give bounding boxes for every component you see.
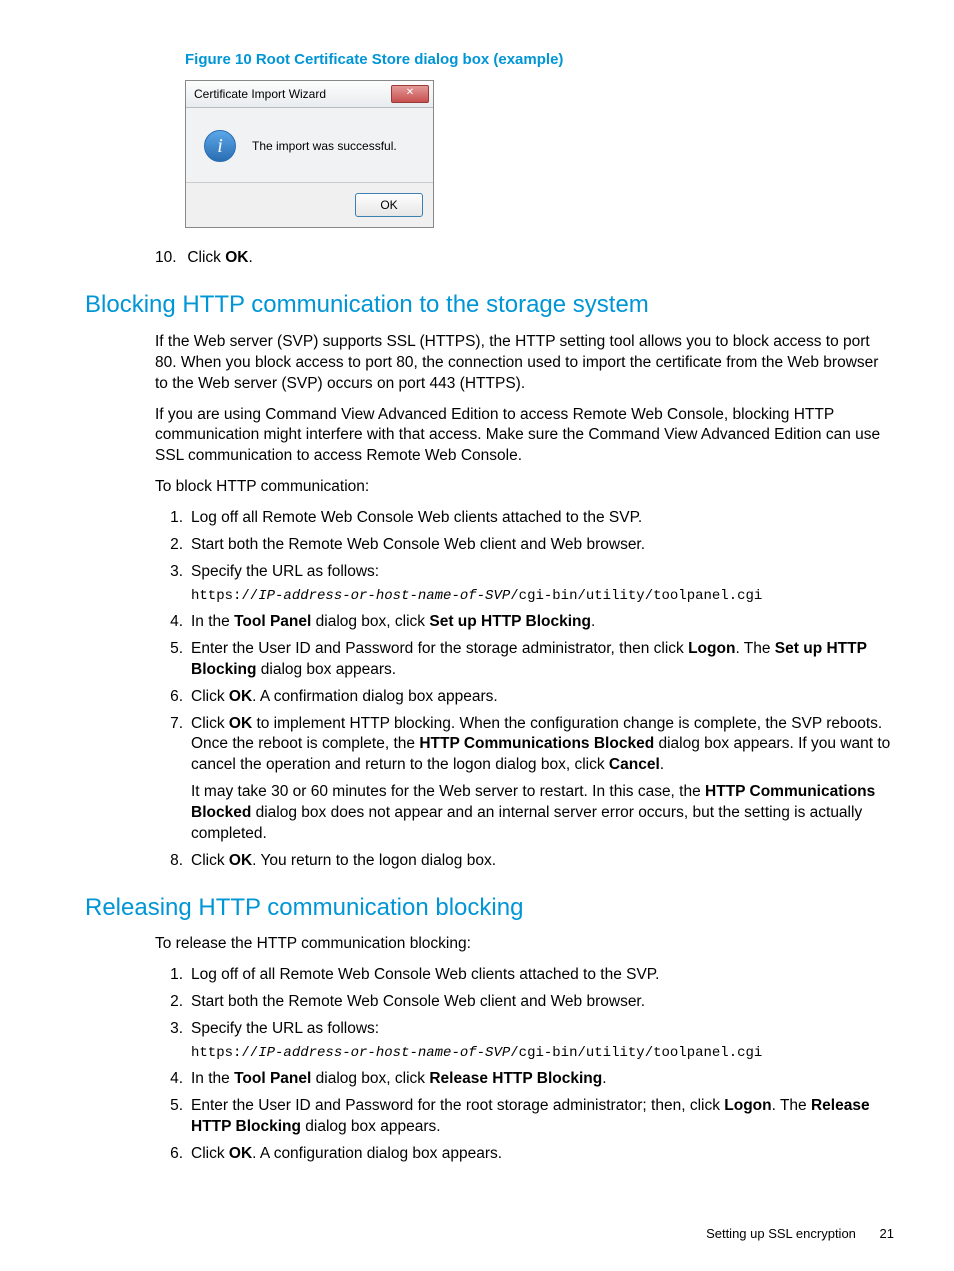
list-item: Click OK. A configuration dialog box app… (155, 1144, 894, 1165)
dialog-screenshot: Certificate Import Wizard ✕ i The import… (185, 80, 434, 228)
list-item: Click OK. A confirmation dialog box appe… (155, 687, 894, 708)
blocking-steps-list: Log off all Remote Web Console Web clien… (155, 508, 894, 872)
list-item: Specify the URL as follows: https://IP-a… (155, 562, 894, 606)
list-item: Log off all Remote Web Console Web clien… (155, 508, 894, 529)
info-icon: i (204, 130, 236, 162)
body-paragraph: To release the HTTP communication blocki… (155, 934, 894, 955)
list-item: Start both the Remote Web Console Web cl… (155, 535, 894, 556)
releasing-steps-list: Log off of all Remote Web Console Web cl… (155, 965, 894, 1164)
list-item: Click OK to implement HTTP blocking. Whe… (155, 714, 894, 846)
body-paragraph: To block HTTP communication: (155, 477, 894, 498)
list-item: In the Tool Panel dialog box, click Rele… (155, 1069, 894, 1090)
section-heading-blocking: Blocking HTTP communication to the stora… (85, 289, 894, 321)
list-item: Enter the User ID and Password for the r… (155, 1096, 894, 1138)
body-paragraph: If the Web server (SVP) supports SSL (HT… (155, 332, 894, 395)
body-paragraph: If you are using Command View Advanced E… (155, 405, 894, 468)
page-number: 21 (880, 1226, 894, 1241)
dialog-message: The import was successful. (252, 138, 397, 154)
list-item: In the Tool Panel dialog box, click Set … (155, 612, 894, 633)
figure-caption: Figure 10 Root Certificate Store dialog … (185, 50, 894, 70)
dialog-titlebar: Certificate Import Wizard ✕ (186, 81, 433, 108)
footer-text: Setting up SSL encryption (706, 1226, 856, 1241)
ok-button[interactable]: OK (355, 193, 423, 217)
section-heading-releasing: Releasing HTTP communication blocking (85, 892, 894, 924)
close-icon[interactable]: ✕ (391, 85, 429, 103)
step-bold: OK (225, 249, 248, 266)
list-item: Click OK. You return to the logon dialog… (155, 851, 894, 872)
list-item: Enter the User ID and Password for the s… (155, 639, 894, 681)
step-number: 10. (155, 248, 183, 269)
list-item: Log off of all Remote Web Console Web cl… (155, 965, 894, 986)
list-item: Specify the URL as follows: https://IP-a… (155, 1019, 894, 1063)
url-code: https://IP-address-or-host-name-of-SVP/c… (191, 587, 894, 606)
list-item: Start both the Remote Web Console Web cl… (155, 992, 894, 1013)
dialog-title: Certificate Import Wizard (194, 86, 326, 102)
url-code: https://IP-address-or-host-name-of-SVP/c… (191, 1044, 894, 1063)
list-item-paragraph: It may take 30 or 60 minutes for the Web… (191, 782, 894, 845)
step-10: 10. Click OK. (155, 248, 894, 269)
step-text: Click (187, 249, 225, 266)
page-footer: Setting up SSL encryption 21 (706, 1225, 894, 1243)
dialog-body: i The import was successful. (186, 108, 433, 182)
dialog-footer: OK (186, 182, 433, 227)
